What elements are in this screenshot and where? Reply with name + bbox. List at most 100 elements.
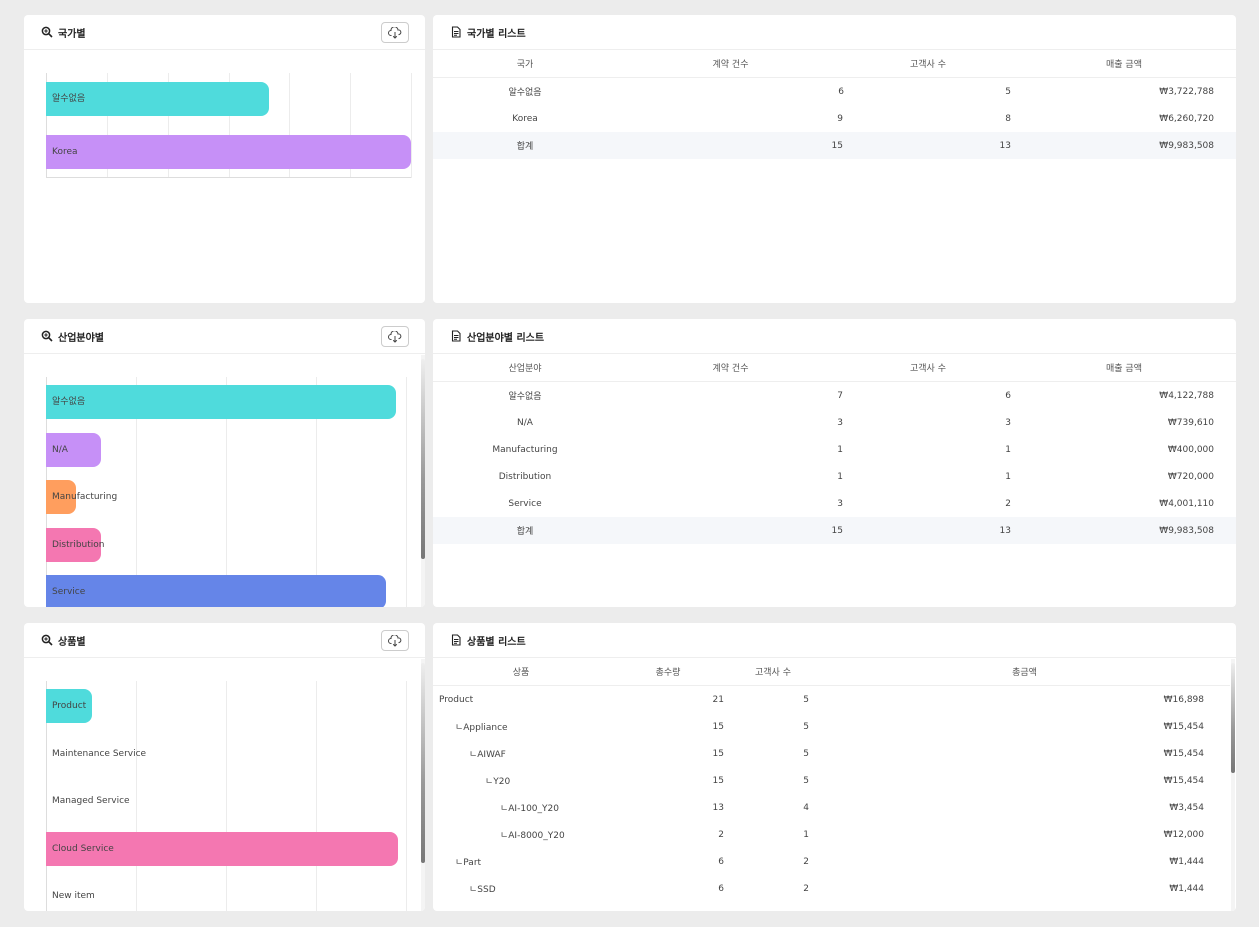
chart-gridline — [406, 681, 407, 911]
table-cell: 6 — [838, 86, 844, 97]
table-cell: 1 — [1005, 471, 1011, 482]
country-chart-panel: 국가별 알수없음 Korea — [24, 15, 425, 303]
table-cell: N/A — [517, 417, 533, 428]
table-cell: ㄴAI-8000_Y20 — [500, 831, 565, 841]
country-list-title: 국가별 리스트 — [467, 28, 526, 40]
table-cell: 합계 — [433, 132, 617, 159]
table-cell: 1 — [837, 444, 843, 455]
table-row[interactable]: Manufacturing 1 1 ₩400,000 — [433, 436, 1236, 463]
table-row[interactable]: N/A 3 3 ₩739,610 — [433, 409, 1236, 436]
table-row[interactable]: ㄴAI-100_Y20 13 4 ₩3,454 — [433, 794, 1230, 821]
country-download-button[interactable] — [381, 22, 409, 43]
table-row[interactable]: ㄴSSD 6 2 ₩1,444 — [433, 875, 1230, 902]
table-row[interactable]: ㄴY20 15 5 ₩15,454 — [433, 767, 1230, 794]
table-cell: 1 — [803, 829, 809, 840]
table-cell: ₩3,722,788 — [1159, 86, 1214, 97]
table-row[interactable]: Korea 9 8 ₩6,260,720 — [433, 105, 1236, 132]
chart-category-label: 알수없음 — [52, 94, 86, 104]
chart-category-label: Korea — [52, 147, 78, 157]
zoom-search-icon — [41, 634, 53, 646]
chart-category-label: Service — [52, 587, 86, 597]
table-row[interactable]: Product 21 5 ₩16,898 — [433, 686, 1230, 714]
product-download-button[interactable] — [381, 630, 409, 651]
industry-chart-title: 산업분야별 — [58, 332, 104, 344]
chart-bar[interactable] — [46, 135, 411, 169]
chart-category-label: New item — [52, 891, 95, 901]
chart-gridline — [136, 681, 137, 911]
table-cell: ₩15,454 — [1163, 775, 1204, 786]
table-cell: 13 — [712, 802, 724, 813]
column-header: 계약 건수 — [617, 354, 844, 382]
table-cell: 5 — [803, 748, 809, 759]
scrollbar-thumb[interactable] — [421, 359, 425, 559]
product-chart-title: 상품별 — [58, 636, 86, 648]
table-cell: ㄴAIWAF — [469, 750, 506, 760]
table-cell: ₩400,000 — [1167, 444, 1214, 455]
table-cell: 1 — [1005, 444, 1011, 455]
industry-chart-header: 산업분야별 — [24, 319, 425, 354]
chart-category-label: Product — [52, 701, 87, 711]
country-table: 국가 계약 건수 고객사 수 매출 금액 알수없음 6 5 ₩3,722,788… — [433, 50, 1236, 159]
table-cell: 6 — [718, 883, 724, 894]
industry-table: 산업분야 계약 건수 고객사 수 매출 금액 알수없음 7 6 ₩4,122,788 N… — [433, 354, 1236, 544]
cloud-download-icon — [388, 26, 402, 39]
table-cell: 9 — [837, 113, 843, 124]
table-row[interactable]: Service 3 2 ₩4,001,110 — [433, 490, 1236, 517]
table-cell: ₩739,610 — [1167, 417, 1214, 428]
table-cell: ㄴAppliance — [455, 723, 508, 733]
table-cell: ₩1,444 — [1169, 883, 1204, 894]
table-row[interactable]: ㄴPart 6 2 ₩1,444 — [433, 848, 1230, 875]
table-cell: Product — [439, 694, 474, 705]
table-cell: ₩720,000 — [1167, 471, 1214, 482]
table-cell: 8 — [1005, 113, 1011, 124]
table-cell: 7 — [837, 390, 843, 401]
chart-x-axis — [46, 177, 411, 178]
document-icon — [451, 634, 461, 646]
table-row[interactable]: ㄴAIWAF 15 5 ₩15,454 — [433, 740, 1230, 767]
table-cell: ₩9,983,508 — [1012, 132, 1236, 159]
chart-gridline — [411, 73, 412, 178]
table-cell: 2 — [1005, 498, 1011, 509]
chart-bar[interactable] — [46, 575, 386, 607]
chart-category-label: 알수없음 — [52, 397, 86, 407]
chart-bar[interactable] — [46, 385, 396, 419]
product-chart-panel: 상품별 Product Maintenance Service Managed Se… — [24, 623, 425, 911]
scrollbar-thumb[interactable] — [1231, 663, 1235, 773]
table-cell: 15 — [712, 748, 724, 759]
table-cell: 5 — [803, 694, 809, 705]
table-row[interactable]: ㄴAI-8000_Y20 2 1 ₩12,000 — [433, 821, 1230, 848]
table-row[interactable]: 알수없음 7 6 ₩4,122,788 — [433, 382, 1236, 410]
table-cell: 13 — [844, 132, 1012, 159]
table-cell: Korea — [512, 113, 538, 124]
table-cell: 15 — [712, 721, 724, 732]
industry-list-panel: 산업분야별 리스트 산업분야 계약 건수 고객사 수 매출 금액 알수없음 7 6 ₩… — [433, 319, 1236, 607]
table-cell: 3 — [837, 417, 843, 428]
chart-gridline — [226, 681, 227, 911]
chart-category-label: Distribution — [52, 539, 105, 550]
table-cell: 2 — [803, 883, 809, 894]
chart-gridline — [406, 377, 407, 607]
table-cell: 1 — [837, 471, 843, 482]
table-cell: ₩16,898 — [1163, 694, 1204, 705]
column-header: 산업분야 — [433, 354, 617, 382]
column-header: 매출 금액 — [1012, 50, 1236, 78]
cloud-download-icon — [388, 634, 402, 647]
table-cell: 15 — [617, 517, 844, 544]
table-row[interactable]: 알수없음 6 5 ₩3,722,788 — [433, 78, 1236, 106]
table-cell: Distribution — [498, 471, 552, 482]
table-cell: 알수없음 — [508, 392, 542, 402]
table-cell: ₩1,444 — [1169, 856, 1204, 867]
industry-download-button[interactable] — [381, 326, 409, 347]
table-cell: ₩3,454 — [1169, 802, 1204, 813]
table-cell: Service — [508, 498, 542, 509]
table-row[interactable]: ㄴAppliance 15 5 ₩15,454 — [433, 713, 1230, 740]
table-cell: ₩9,983,508 — [1012, 517, 1236, 544]
table-cell: 3 — [1005, 417, 1011, 428]
table-row[interactable]: Distribution 1 1 ₩720,000 — [433, 463, 1236, 490]
country-bar-chart: 알수없음 Korea — [46, 73, 412, 178]
column-header: 상품 — [433, 658, 609, 686]
scrollbar-thumb[interactable] — [421, 663, 425, 863]
table-cell: ₩12,000 — [1163, 829, 1204, 840]
table-cell: 6 — [718, 856, 724, 867]
table-cell: 6 — [1005, 390, 1011, 401]
